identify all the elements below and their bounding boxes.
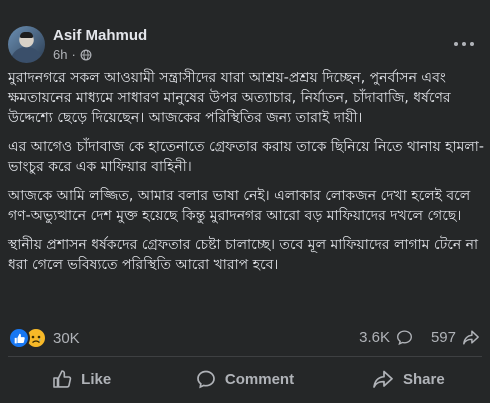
post-paragraph: আজকে আমি লজ্জিত, আমার বলার ভাষা নেই। এলা… [8, 188, 471, 224]
share-label: Share [402, 370, 445, 388]
facebook-post: Asif Mahmud 6h · মুরাদনগরে সকল আওয়ামী স… [0, 0, 490, 403]
share-icon [373, 370, 393, 388]
meta-separator: · [71, 47, 76, 62]
comment-icon [396, 330, 412, 346]
like-button[interactable]: Like [0, 360, 163, 398]
like-icon [53, 370, 72, 388]
share-button[interactable]: Share [327, 360, 490, 398]
action-bar: Like Comment Share [0, 360, 490, 398]
more-options-icon[interactable] [454, 38, 474, 50]
like-reaction-icon [8, 327, 30, 349]
share-icon [463, 330, 479, 345]
post-time[interactable]: 6h [53, 47, 67, 62]
share-count: 597 [430, 329, 456, 346]
comment-button[interactable]: Comment [163, 360, 326, 398]
divider [8, 356, 482, 357]
comment-icon [197, 370, 215, 389]
post-meta: 6h · [53, 47, 92, 62]
reactions-summary[interactable]: 30K [8, 327, 80, 349]
avatar[interactable] [8, 26, 45, 63]
author-name[interactable]: Asif Mahmud [53, 27, 147, 44]
post-paragraph: স্থানীয় প্রশাসন ধর্ষকদের গ্রেফতার চেষ্ট… [8, 237, 479, 273]
post-body: মুরাদনগরে সকল আওয়ামী সন্ত্রাসীদের যারা … [8, 68, 484, 284]
comment-stat[interactable]: 3.6K [359, 329, 413, 346]
engagement-stats: 3.6K 597 [359, 329, 480, 346]
globe-icon [80, 49, 92, 60]
comment-label: Comment [224, 370, 295, 388]
comment-count: 3.6K [359, 329, 390, 346]
share-stat[interactable]: 597 [431, 329, 480, 346]
post-paragraph: এর আগেও চাঁদাবাজ কে হাতেনাতে গ্রেফতার কর… [8, 139, 484, 175]
post-paragraph: মুরাদনগরে সকল আওয়ামী সন্ত্রাসীদের যারা … [8, 70, 451, 126]
reaction-count: 30K [53, 329, 80, 347]
like-label: Like [81, 370, 112, 388]
